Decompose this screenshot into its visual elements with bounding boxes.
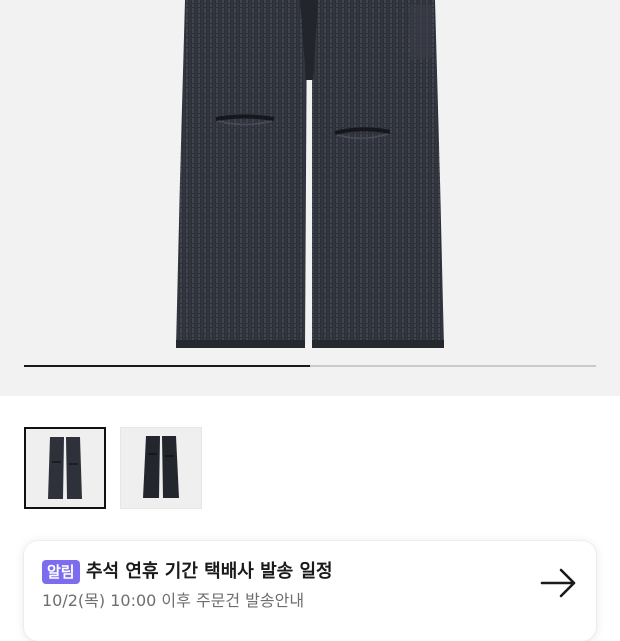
gallery-progress-bar	[24, 365, 596, 367]
product-image-gallery[interactable]	[0, 0, 620, 396]
gallery-progress-indicator	[24, 365, 310, 367]
thumbnail-image	[143, 436, 179, 498]
notice-title: 추석 연휴 기간 택배사 발송 일정	[86, 561, 333, 582]
shipping-notice-banner[interactable]: 알림 추석 연휴 기간 택배사 발송 일정 10/2(목) 10:00 이후 주…	[24, 541, 596, 641]
arrow-right-icon[interactable]	[539, 568, 579, 598]
thumbnail-item-1[interactable]	[24, 427, 106, 509]
product-image	[176, 0, 444, 348]
notice-badge: 알림	[42, 560, 80, 584]
thumbnail-image	[48, 437, 82, 499]
thumbnail-item-2[interactable]	[120, 427, 202, 509]
notice-subtitle: 10/2(목) 10:00 이후 주문건 발송안내	[42, 591, 305, 610]
